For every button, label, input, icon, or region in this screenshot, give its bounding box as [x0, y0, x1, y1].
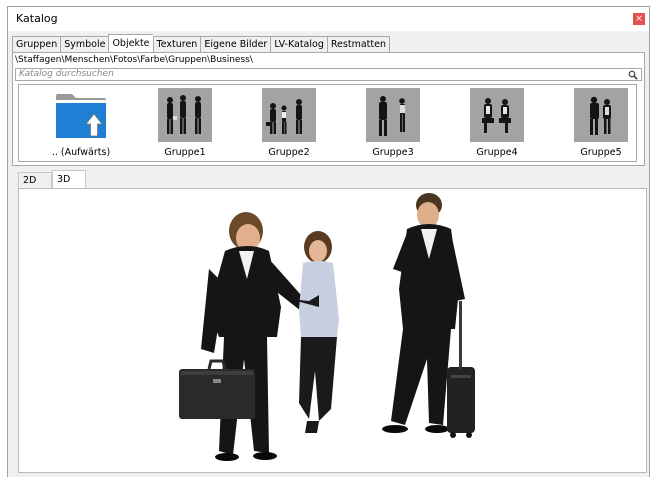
search-input[interactable]: Katalog durchsuchen [15, 68, 642, 81]
tab-eigene-bilder[interactable]: Eigene Bilder [200, 36, 271, 53]
title-bar[interactable]: Katalog × [8, 7, 649, 31]
item-label: Gruppe1 [164, 147, 206, 158]
tab-objekte[interactable]: Objekte [108, 34, 153, 52]
item-list: .. (Aufwärts) Gruppe1 Gruppe2 Gruppe3 Gr… [18, 84, 637, 162]
item-up-folder[interactable]: .. (Aufwärts) [36, 85, 126, 161]
tab-gruppen[interactable]: Gruppen [12, 36, 61, 53]
business-group-preview [179, 193, 475, 461]
view-tabs: 2D 3D [18, 170, 86, 188]
woman-with-folder [289, 231, 339, 433]
gruppe5-thumbnail [574, 88, 628, 142]
item-label: Gruppe3 [372, 147, 414, 158]
catalog-window: Katalog × Gruppen Symbole Objekte Textur… [7, 6, 650, 477]
search-icon[interactable] [628, 70, 638, 80]
gruppe1-thumbnail [158, 88, 212, 142]
gruppe2-thumbnail [262, 88, 316, 142]
item-gruppe4[interactable]: Gruppe4 [452, 85, 542, 161]
category-tabs: Gruppen Symbole Objekte Texturen Eigene … [12, 34, 390, 53]
item-gruppe3[interactable]: Gruppe3 [348, 85, 438, 161]
item-label: Gruppe5 [580, 147, 622, 158]
tab-2d[interactable]: 2D [18, 172, 52, 188]
tab-lv-katalog[interactable]: LV-Katalog [270, 36, 327, 53]
man-with-suitcase [382, 193, 475, 438]
catalog-panel: \Staffagen\Menschen\Fotos\Farbe\Gruppen\… [12, 52, 645, 166]
item-gruppe2[interactable]: Gruppe2 [244, 85, 334, 161]
gruppe4-thumbnail [470, 88, 524, 142]
item-gruppe5[interactable]: Gruppe5 [556, 85, 646, 161]
man-with-briefcase [179, 212, 309, 461]
folder-up-icon [56, 94, 106, 138]
window-title: Katalog [16, 12, 58, 25]
item-label: .. (Aufwärts) [51, 147, 111, 158]
item-label: Gruppe4 [476, 147, 518, 158]
item-gruppe1[interactable]: Gruppe1 [140, 85, 230, 161]
tab-texturen[interactable]: Texturen [152, 36, 201, 53]
item-label: Gruppe2 [268, 147, 310, 158]
tab-restmatten[interactable]: Restmatten [326, 36, 390, 53]
search-placeholder: Katalog durchsuchen [19, 69, 114, 79]
preview-viewport[interactable] [18, 188, 647, 473]
breadcrumb: \Staffagen\Menschen\Fotos\Farbe\Gruppen\… [15, 55, 253, 65]
tab-3d[interactable]: 3D [52, 170, 86, 188]
gruppe3-thumbnail [366, 88, 420, 142]
close-button[interactable]: × [633, 13, 645, 25]
tab-symbole[interactable]: Symbole [60, 36, 109, 53]
